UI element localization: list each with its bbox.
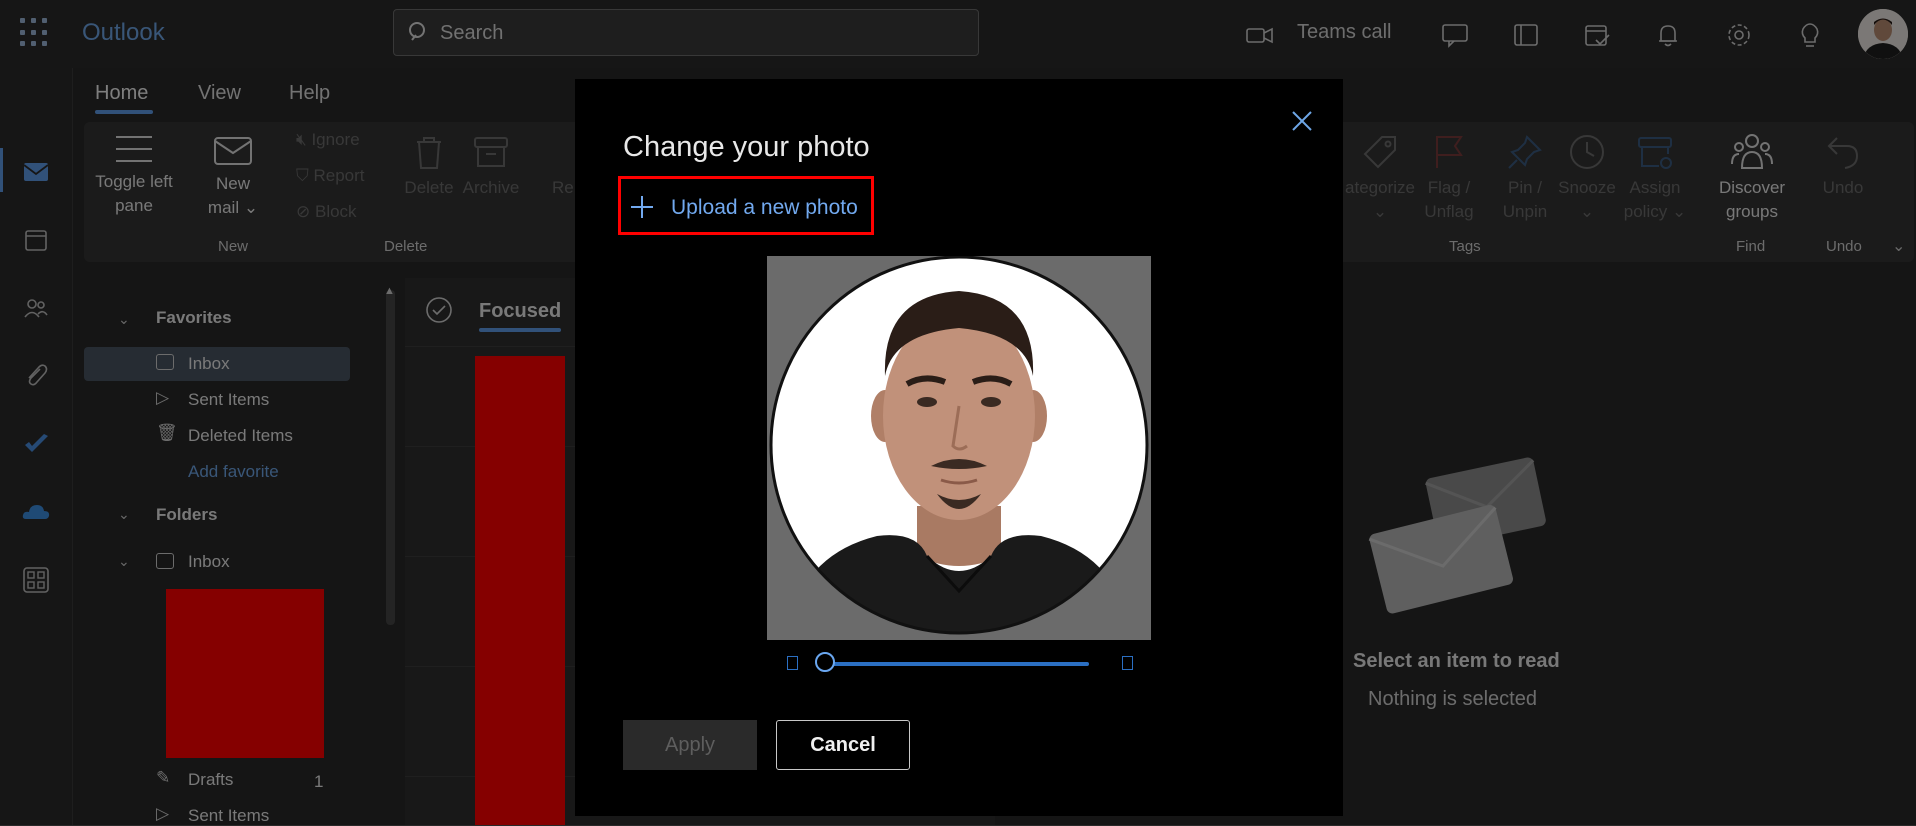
zoom-out-icon[interactable] xyxy=(787,656,798,670)
zoom-slider-track[interactable] xyxy=(823,662,1089,666)
apply-button[interactable]: Apply xyxy=(623,720,757,770)
close-icon[interactable] xyxy=(1288,107,1316,135)
zoom-in-icon[interactable] xyxy=(1122,656,1133,670)
profile-photo-preview xyxy=(767,256,1151,640)
dialog-title: Change your photo xyxy=(623,131,870,163)
upload-new-photo-button[interactable]: Upload a new photo xyxy=(618,176,874,235)
zoom-slider-thumb[interactable] xyxy=(815,652,835,672)
change-photo-dialog: Change your photo Upload a new photo App… xyxy=(575,79,1343,816)
photo-crop-area[interactable] xyxy=(767,256,1151,640)
cancel-button[interactable]: Cancel xyxy=(776,720,910,770)
upload-new-photo-label: Upload a new photo xyxy=(671,196,858,219)
plus-icon xyxy=(631,196,653,218)
